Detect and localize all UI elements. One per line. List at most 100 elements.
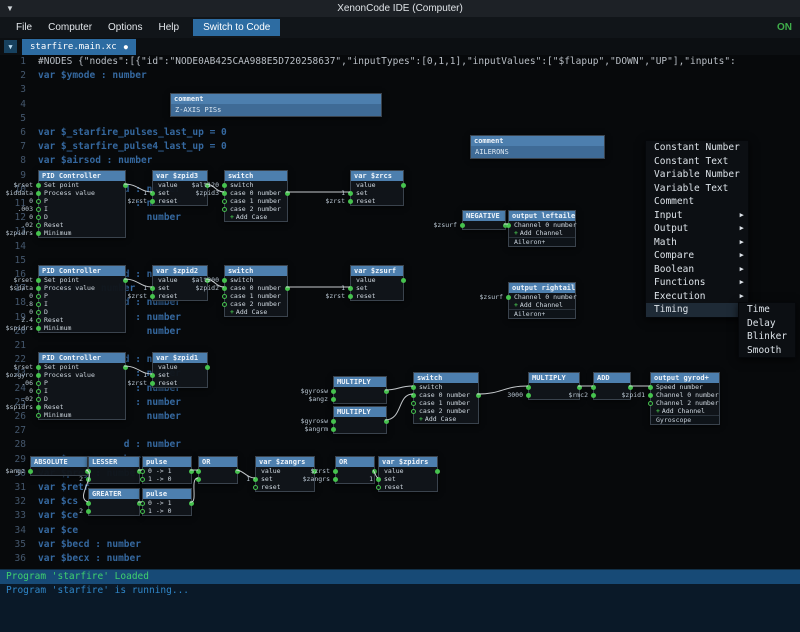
output-port[interactable] (189, 501, 194, 506)
input-port[interactable] (333, 477, 338, 482)
input-port[interactable] (36, 389, 41, 394)
input-port[interactable] (150, 373, 155, 378)
add-row[interactable]: +Add Case (225, 213, 287, 221)
node-var-zpid1[interactable]: var $zpid1valueset1reset$zrst (152, 352, 208, 388)
node-pid1[interactable]: PID ControllerSet point$rsetProcess valu… (38, 170, 126, 238)
node-title[interactable]: ABSOLUTE (31, 457, 87, 467)
node-pid2[interactable]: PID ControllerSet point$rsetProcess valu… (38, 265, 126, 333)
output-port[interactable] (577, 385, 582, 390)
node-title[interactable]: OR (336, 457, 374, 467)
node-output-gyro[interactable]: output gyrod+Speed numberChannel 0 numbe… (650, 372, 720, 425)
input-port[interactable] (648, 401, 653, 406)
input-port[interactable] (331, 389, 336, 394)
node-title[interactable]: output rightailero (509, 283, 575, 293)
submenu-item-delay[interactable]: Delay (739, 317, 795, 331)
input-port[interactable] (36, 191, 41, 196)
input-port[interactable] (36, 365, 41, 370)
input-port[interactable] (36, 199, 41, 204)
input-port[interactable] (86, 469, 91, 474)
input-port[interactable] (36, 231, 41, 236)
node-title[interactable]: MULTIPLY (529, 373, 579, 383)
input-port[interactable] (36, 278, 41, 283)
input-port[interactable] (36, 215, 41, 220)
node-title[interactable]: var $zpid2 (153, 266, 207, 276)
input-port[interactable] (222, 199, 227, 204)
node-title[interactable]: ADD (594, 373, 630, 383)
input-port[interactable] (591, 393, 596, 398)
add-row[interactable]: +Add Channel (651, 407, 719, 415)
output-port[interactable] (285, 286, 290, 291)
input-port[interactable] (36, 294, 41, 299)
input-port[interactable] (348, 191, 353, 196)
node-switch3[interactable]: switchswitchcase 0 numbercase 1 numberca… (413, 372, 479, 424)
input-port[interactable] (253, 477, 258, 482)
output-port[interactable] (123, 278, 128, 283)
input-port[interactable] (526, 393, 531, 398)
input-port[interactable] (222, 294, 227, 299)
input-port[interactable] (460, 223, 465, 228)
node-output-rightaileron[interactable]: output rightaileroChannel 0 number$zsurf… (508, 282, 576, 319)
input-port[interactable] (411, 409, 416, 414)
menu-item-output[interactable]: Output▶ (646, 222, 748, 236)
input-port[interactable] (140, 501, 145, 506)
input-port[interactable] (648, 385, 653, 390)
input-port[interactable] (150, 191, 155, 196)
output-port[interactable] (476, 393, 481, 398)
console-panel[interactable]: Program 'starfire' LoadedProgram 'starfi… (0, 569, 800, 632)
output-port[interactable] (435, 469, 440, 474)
input-port[interactable] (36, 286, 41, 291)
node-pulse1[interactable]: pulse0 -> 11 -> 0 (142, 456, 192, 484)
input-port[interactable] (86, 509, 91, 514)
node-pulse2[interactable]: pulse0 -> 11 -> 0 (142, 488, 192, 516)
input-port[interactable] (348, 286, 353, 291)
input-port[interactable] (331, 427, 336, 432)
input-port[interactable] (506, 223, 511, 228)
input-port[interactable] (196, 477, 201, 482)
menu-item-comment[interactable]: Comment (646, 195, 748, 209)
menu-item-variable-text[interactable]: Variable Text (646, 182, 748, 196)
input-port[interactable] (36, 326, 41, 331)
input-port[interactable] (648, 393, 653, 398)
output-port[interactable] (401, 183, 406, 188)
output-port[interactable] (628, 385, 633, 390)
menu-item-boolean[interactable]: Boolean▶ (646, 263, 748, 277)
node-or1[interactable]: OR (198, 456, 238, 484)
input-port[interactable] (376, 477, 381, 482)
output-port[interactable] (372, 469, 377, 474)
submenu-item-time[interactable]: Time (739, 303, 795, 317)
output-port[interactable] (401, 278, 406, 283)
input-port[interactable] (36, 373, 41, 378)
add-row[interactable]: +Add Channel (509, 229, 575, 237)
node-var-zangrs[interactable]: var $zangrsvalueset1reset (255, 456, 315, 492)
input-port[interactable] (36, 413, 41, 418)
node-title[interactable]: comment (171, 94, 381, 104)
input-port[interactable] (222, 302, 227, 307)
node-title[interactable]: var $zpidrs (379, 457, 437, 467)
node-negative[interactable]: NEGATIVE$zsurf (462, 210, 506, 230)
input-port[interactable] (222, 183, 227, 188)
input-port[interactable] (222, 286, 227, 291)
node-title[interactable]: NEGATIVE (463, 211, 505, 221)
input-port[interactable] (222, 278, 227, 283)
node-var-zpidrs[interactable]: var $zpidrsvalueset1reset (378, 456, 438, 492)
node-pid3[interactable]: PID ControllerSet point$rsetProcess valu… (38, 352, 126, 420)
output-port[interactable] (189, 469, 194, 474)
node-title[interactable]: output leftailero (509, 211, 575, 221)
node-title[interactable]: MULTIPLY (334, 407, 386, 417)
add-row[interactable]: +Add Case (414, 415, 478, 423)
output-port[interactable] (384, 419, 389, 424)
input-port[interactable] (506, 295, 511, 300)
input-port[interactable] (140, 477, 145, 482)
input-port[interactable] (411, 385, 416, 390)
input-port[interactable] (150, 294, 155, 299)
node-var-zrcs[interactable]: var $zrcsvalueset1reset$zrst (350, 170, 404, 206)
input-port[interactable] (253, 485, 258, 490)
node-title[interactable]: OR (199, 457, 237, 467)
menu-item-compare[interactable]: Compare▶ (646, 249, 748, 263)
input-port[interactable] (86, 477, 91, 482)
input-port[interactable] (36, 183, 41, 188)
node-lesser[interactable]: LESSER2 (88, 456, 140, 484)
node-switch1[interactable]: switchswitch$alt120case 0 number$zpid3ca… (224, 170, 288, 222)
input-port[interactable] (348, 294, 353, 299)
input-port[interactable] (591, 385, 596, 390)
